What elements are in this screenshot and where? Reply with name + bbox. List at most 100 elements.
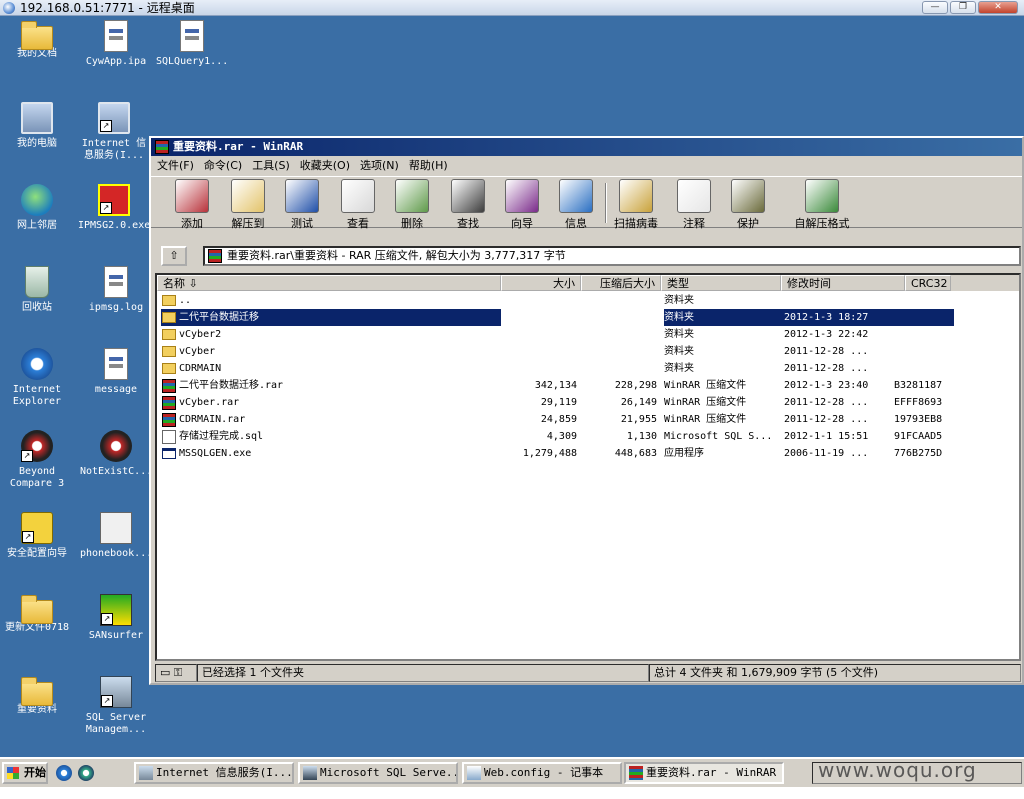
path-field[interactable]: 重要资料.rar\重要资料 - RAR 压缩文件, 解包大小为 3,777,31… <box>203 246 1021 266</box>
desktop-icon-3[interactable]: 我的电脑 <box>1 102 73 150</box>
file-name: .. <box>161 292 501 309</box>
taskbar-button-3[interactable]: 重要资料.rar - WinRAR <box>624 762 784 784</box>
desktop-icon-6[interactable]: IPMSG2.0.exe <box>78 184 150 232</box>
extract-icon <box>231 179 265 213</box>
taskbar-button-2[interactable]: Web.config - 记事本 <box>462 762 622 784</box>
tool-button-3[interactable]: 查看 <box>331 179 385 231</box>
menu-item-3[interactable]: 收藏夹(O) <box>300 159 350 172</box>
file-row[interactable]: .. 资料夹 <box>157 292 1019 309</box>
tool-button-5[interactable]: 查找 <box>441 179 495 231</box>
file-row[interactable]: vCyber.rar 29,119 26,149 WinRAR 压缩文件 2011-12… <box>157 394 1019 411</box>
file-list[interactable]: 名称 ⇩ 大小 压缩后大小 类型 修改时间 CRC32 .. 资料夹 二代平台数据迁… <box>155 273 1021 661</box>
desktop-icon-5[interactable]: 网上邻居 <box>1 184 73 232</box>
desktop-icon-16[interactable]: SANsurfer <box>80 594 152 642</box>
desktop-icon-0[interactable]: 我的文档 <box>1 20 73 60</box>
ipmsg-icon <box>98 184 130 216</box>
file-row[interactable]: CDRMAIN.rar 24,859 21,955 WinRAR 压缩文件 2011-1… <box>157 411 1019 428</box>
file-packed-size <box>577 343 657 360</box>
file-type: 资料夹 <box>664 329 694 340</box>
document-icon <box>104 348 128 380</box>
taskbar-button-1[interactable]: Microsoft SQL Serve... <box>298 762 458 784</box>
file-row[interactable]: 存储过程完成.sql 4,309 1,130 Microsoft SQL S... 20… <box>157 428 1019 445</box>
tool-button-9[interactable]: 注释 <box>667 179 721 231</box>
desktop-icon-label: IPMSG2.0.exe <box>78 220 151 231</box>
folder-icon <box>21 677 53 706</box>
menu-item-1[interactable]: 命令(C) <box>204 159 242 172</box>
file-crc <box>894 343 954 360</box>
column-size[interactable]: 大小 <box>501 275 581 291</box>
tool-button-8[interactable]: 扫描病毒 <box>609 179 663 231</box>
file-row[interactable]: vCyber 资料夹 2011-12-28 ... <box>157 343 1019 360</box>
delete-icon <box>395 179 429 213</box>
desktop-icon-label: 网上邻居 <box>17 220 57 231</box>
file-row[interactable]: MSSQLGEN.exe 1,279,488 448,683 应用程序 2006-11-… <box>157 445 1019 462</box>
refresh-quicklaunch-icon[interactable] <box>78 765 94 781</box>
file-type: WinRAR 压缩文件 <box>664 397 747 408</box>
ie-quicklaunch-icon[interactable] <box>56 765 72 781</box>
recycle-bin-icon <box>25 266 49 298</box>
menu-item-4[interactable]: 选项(N) <box>360 159 399 172</box>
desktop-icon-17[interactable]: 重要资料 <box>1 676 73 716</box>
desktop-icon-label: Internet Explorer <box>12 384 62 407</box>
file-packed-size <box>577 326 657 343</box>
column-crc[interactable]: CRC32 <box>905 275 951 291</box>
find-icon <box>451 179 485 213</box>
desktop-icon-12[interactable]: NotExistC... <box>80 430 152 478</box>
menu-item-0[interactable]: 文件(F) <box>157 159 194 172</box>
column-modified[interactable]: 修改时间 <box>781 275 905 291</box>
tool-label: 解压到 <box>231 217 265 230</box>
desktop-icon-9[interactable]: Internet Explorer <box>1 348 73 408</box>
sql-icon <box>162 430 176 444</box>
desktop-icon-4[interactable]: Internet 信息服务(I... <box>78 102 150 162</box>
desktop-icon-1[interactable]: CywApp.ipa <box>80 20 152 68</box>
menu-item-2[interactable]: 工具(S) <box>252 159 290 172</box>
desktop-icon-7[interactable]: 回收站 <box>1 266 73 314</box>
tool-button-2[interactable]: 测试 <box>275 179 329 231</box>
column-name[interactable]: 名称 ⇩ <box>157 275 501 291</box>
file-type: 应用程序 <box>664 448 704 459</box>
tool-button-7[interactable]: 信息 <box>549 179 603 231</box>
menu-item-5[interactable]: 帮助(H) <box>409 159 448 172</box>
file-row[interactable]: vCyber2 资料夹 2012-1-3 22:42 <box>157 326 1019 343</box>
tool-button-10[interactable]: 保护 <box>721 179 775 231</box>
file-row[interactable]: CDRMAIN 资料夹 2011-12-28 ... <box>157 360 1019 377</box>
tool-button-0[interactable]: 添加 <box>165 179 219 231</box>
column-type[interactable]: 类型 <box>661 275 781 291</box>
file-row[interactable]: 二代平台数据迁移.rar 342,134 228,298 WinRAR 压缩文件 201… <box>157 377 1019 394</box>
desktop-icon-8[interactable]: ipmsg.log <box>80 266 152 314</box>
up-folder-button[interactable]: ⇧ <box>161 246 187 266</box>
file-row[interactable]: 二代平台数据迁移 资料夹 2012-1-3 18:27 <box>157 309 1019 326</box>
file-size: 1,279,488 <box>522 448 577 459</box>
close-button[interactable]: ✕ <box>978 1 1018 14</box>
tool-button-1[interactable]: 解压到 <box>221 179 275 231</box>
tool-label: 查找 <box>457 217 479 230</box>
desktop-icon-10[interactable]: message <box>80 348 152 396</box>
file-packed-size: 1,130 <box>626 431 657 442</box>
security-wizard-icon <box>21 512 53 544</box>
file-modified: 2011-12-28 ... <box>784 363 869 374</box>
taskbar-button-0[interactable]: Internet 信息服务(I... <box>134 762 294 784</box>
restore-button[interactable]: ❐ <box>950 1 976 14</box>
status-selection: 已经选择 1 个文件夹 <box>197 664 649 682</box>
document-icon <box>180 20 204 52</box>
minimize-button[interactable]: — <box>922 1 948 14</box>
desktop-icon-11[interactable]: Beyond Compare 3 <box>1 430 73 490</box>
column-packed[interactable]: 压缩后大小 <box>581 275 661 291</box>
file-crc <box>894 309 954 326</box>
tool-label: 自解压格式 <box>794 217 850 230</box>
winrar-window: 重要资料.rar - WinRAR 文件(F) 命令(C) 工具(S) 收藏夹(O) 选… <box>149 136 1024 685</box>
path-text: 重要资料.rar\重要资料 - RAR 压缩文件, 解包大小为 3,777,31… <box>227 249 566 262</box>
tool-button-4[interactable]: 删除 <box>385 179 439 231</box>
tool-button-6[interactable]: 向导 <box>495 179 549 231</box>
desktop-icon-15[interactable]: 更新文件0718 <box>1 594 73 634</box>
tool-button-11[interactable]: 自解压格式 <box>787 179 857 231</box>
desktop-icon-13[interactable]: 安全配置向导 <box>1 512 73 560</box>
desktop-icon-14[interactable]: phonebook... <box>80 512 152 560</box>
file-crc: 776B275D <box>894 448 943 459</box>
taskbar-button-label: Microsoft SQL Serve... <box>320 766 458 779</box>
status-icons[interactable]: ▭ ⚿ <box>155 664 197 682</box>
desktop-icon-2[interactable]: SQLQuery1... <box>156 20 228 68</box>
file-size <box>501 360 577 377</box>
start-button[interactable]: 开始 <box>2 762 48 784</box>
desktop-icon-18[interactable]: SQL Server Managem... <box>80 676 152 736</box>
